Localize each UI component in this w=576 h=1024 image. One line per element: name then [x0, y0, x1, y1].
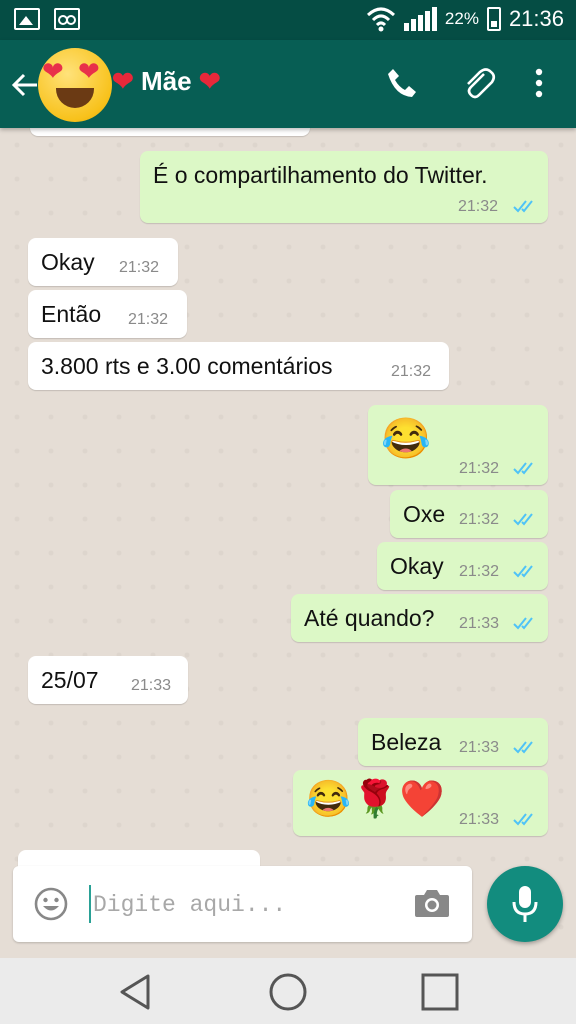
gallery-notification-icon — [14, 8, 40, 30]
chat-header: ❤ ❤ ❤ Mãe ❤ — [0, 40, 576, 128]
mic-button[interactable] — [487, 866, 563, 942]
battery-percent: 22% — [444, 9, 479, 28]
system-nav-bar — [0, 958, 576, 1024]
emoji-icon[interactable] — [33, 886, 69, 922]
status-bar: 22% 21:36 — [0, 0, 576, 40]
signal-icon — [403, 7, 437, 31]
read-ticks-icon — [513, 741, 533, 754]
message-bubble[interactable]: Até quando? 21:33 — [291, 594, 548, 642]
message-bubble[interactable]: Okay 21:32 — [377, 542, 548, 590]
message-time: 21:32 — [458, 198, 499, 215]
message-text: 😂 — [381, 417, 431, 461]
message-bubble[interactable]: Beleza 21:33 — [358, 718, 548, 766]
message-time: 21:32 — [459, 563, 500, 580]
message-time: 21:32 — [391, 363, 432, 380]
camera-icon[interactable] — [413, 886, 451, 920]
wifi-icon — [366, 7, 395, 32]
message-time: 21:33 — [459, 615, 500, 632]
read-ticks-icon — [513, 462, 533, 475]
message-time: 21:32 — [128, 311, 169, 328]
message-bubble[interactable]: 3.800 rts e 3.00 comentários 21:32 — [28, 342, 449, 390]
call-icon[interactable] — [385, 66, 419, 100]
message-bubble[interactable]: 25/07 21:33 — [28, 656, 188, 704]
message-bubble[interactable]: 😂 21:32 — [368, 405, 548, 485]
more-icon[interactable] — [522, 66, 556, 100]
attach-icon[interactable] — [462, 66, 496, 100]
message-time: 21:33 — [459, 811, 500, 828]
message-time: 21:33 — [131, 677, 172, 694]
message-time: 21:32 — [119, 259, 160, 276]
nav-back-icon[interactable] — [114, 970, 158, 1014]
clock: 21:36 — [508, 6, 564, 31]
read-ticks-icon — [513, 513, 533, 526]
read-ticks-icon — [513, 617, 533, 630]
message-text: 😂🌹❤️ — [306, 778, 447, 819]
message-bubble[interactable]: 😂🌹❤️ 21:33 — [293, 770, 548, 836]
nav-recent-icon[interactable] — [418, 970, 462, 1014]
nav-home-icon[interactable] — [266, 970, 310, 1014]
message-text: Então — [41, 301, 102, 327]
message-bubble[interactable]: Oxe 21:32 — [390, 490, 548, 538]
message-composer — [13, 866, 472, 942]
contact-name[interactable]: ❤ Mãe ❤ — [112, 66, 221, 97]
mic-icon — [512, 886, 538, 922]
message-text: Beleza — [371, 729, 442, 755]
message-text: Okay — [390, 553, 444, 579]
message-text: Oxe — [403, 501, 446, 527]
message-text: 3.800 rts e 3.00 comentários — [41, 353, 333, 379]
contact-avatar[interactable]: ❤ ❤ — [38, 48, 112, 122]
voicemail-notification-icon — [54, 8, 80, 30]
message-bubble[interactable]: É o compartilhamento do Twitter. 21:32 — [140, 151, 548, 223]
message-input[interactable] — [89, 888, 393, 922]
chat-area[interactable]: É o compartilhamento do Twitter. 21:32 O… — [0, 128, 576, 958]
message-time: 21:32 — [459, 511, 500, 528]
read-ticks-icon — [513, 200, 533, 213]
message-time: 21:33 — [459, 739, 500, 756]
message-text: Okay — [41, 249, 95, 275]
partial-message — [30, 128, 310, 136]
message-text: Até quando? — [304, 605, 435, 631]
message-time: 21:32 — [459, 460, 500, 477]
read-ticks-icon — [513, 813, 533, 826]
battery-icon — [486, 7, 501, 31]
message-bubble[interactable]: Okay 21:32 — [28, 238, 178, 286]
back-arrow-icon[interactable] — [10, 70, 40, 100]
message-bubble[interactable]: Então 21:32 — [28, 290, 187, 338]
message-text: É o compartilhamento do Twitter. — [153, 162, 488, 188]
message-text: 25/07 — [41, 667, 99, 693]
read-ticks-icon — [513, 565, 533, 578]
